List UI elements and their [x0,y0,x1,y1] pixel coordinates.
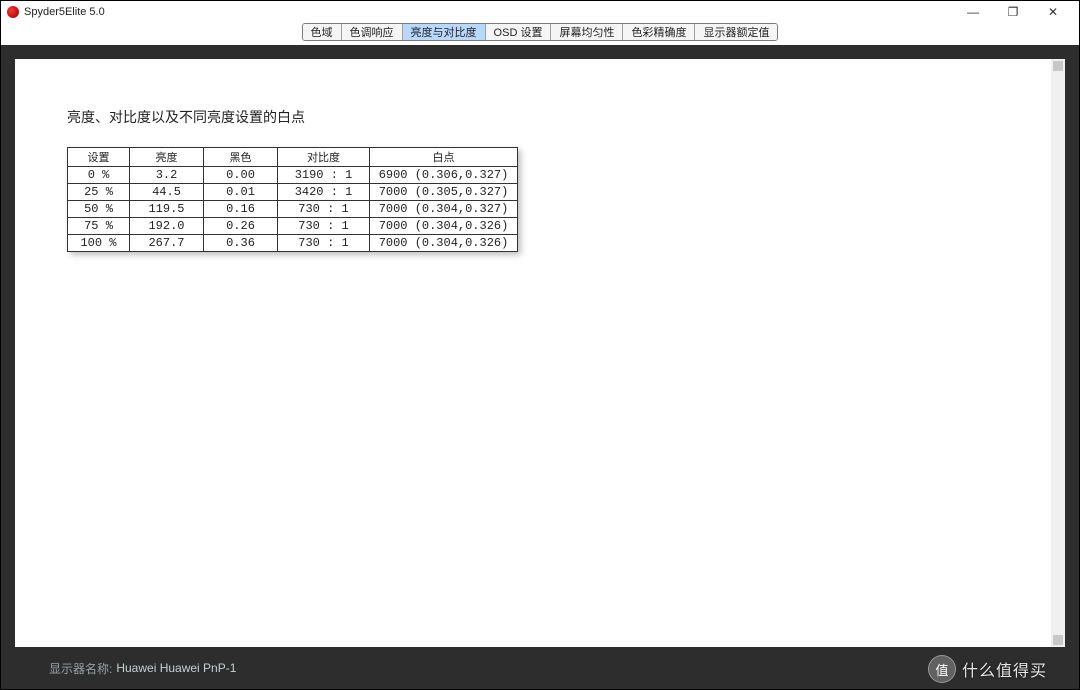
cell-setting: 0 % [68,167,130,184]
cell-white: 6900 (0.306,0.327) [370,167,518,184]
cell-setting: 50 % [68,201,130,218]
cell-black: 0.16 [204,201,278,218]
tabstrip-container: 色域 色调响应 亮度与对比度 OSD 设置 屏幕均匀性 色彩精确度 显示器额定值 [1,23,1079,45]
cell-brightness: 267.7 [130,235,204,252]
cell-brightness: 119.5 [130,201,204,218]
cell-setting: 100 % [68,235,130,252]
cell-white: 7000 (0.304,0.327) [370,201,518,218]
watermark-badge-icon: 值 [928,655,956,683]
cell-brightness: 44.5 [130,184,204,201]
table-header-row: 设置 亮度 黑色 对比度 白点 [68,148,518,167]
header-black: 黑色 [204,148,278,167]
table-row: 100 % 267.7 0.36 730 : 1 7000 (0.304,0.3… [68,235,518,252]
report-page: 亮度、对比度以及不同亮度设置的白点 设置 亮度 黑色 对比度 白点 0 % 3.… [15,59,1065,647]
tab-uniformity[interactable]: 屏幕均匀性 [551,24,623,40]
tab-gamut[interactable]: 色域 [303,24,342,40]
footer-bar: 显示器名称: Huawei Huawei PnP-1 值 什么值得买 [15,647,1065,689]
scroll-up-icon[interactable] [1053,61,1063,71]
cell-setting: 75 % [68,218,130,235]
watermark-text: 什么值得买 [962,657,1047,681]
tab-tone-response[interactable]: 色调响应 [342,24,403,40]
cell-black: 0.26 [204,218,278,235]
header-white: 白点 [370,148,518,167]
header-setting: 设置 [68,148,130,167]
monitor-name-value: Huawei Huawei PnP-1 [116,661,236,675]
window-title: Spyder5Elite 5.0 [24,6,105,18]
cell-contrast: 3190 : 1 [278,167,370,184]
tabstrip: 色域 色调响应 亮度与对比度 OSD 设置 屏幕均匀性 色彩精确度 显示器额定值 [302,23,779,41]
cell-contrast: 730 : 1 [278,201,370,218]
scroll-down-icon[interactable] [1053,635,1063,645]
vertical-scrollbar[interactable] [1051,59,1065,647]
table-row: 50 % 119.5 0.16 730 : 1 7000 (0.304,0.32… [68,201,518,218]
cell-black: 0.36 [204,235,278,252]
tab-brightness-contrast[interactable]: 亮度与对比度 [403,24,486,40]
cell-brightness: 192.0 [130,218,204,235]
tab-monitor-rating[interactable]: 显示器额定值 [695,24,777,40]
header-brightness: 亮度 [130,148,204,167]
window-controls: — ❐ ✕ [953,1,1073,23]
maximize-button[interactable]: ❐ [993,1,1033,23]
cell-contrast: 730 : 1 [278,235,370,252]
minimize-button[interactable]: — [953,1,993,23]
cell-contrast: 730 : 1 [278,218,370,235]
window-titlebar: Spyder5Elite 5.0 — ❐ ✕ [1,1,1079,23]
cell-white: 7000 (0.304,0.326) [370,235,518,252]
cell-white: 7000 (0.305,0.327) [370,184,518,201]
cell-brightness: 3.2 [130,167,204,184]
page-title: 亮度、对比度以及不同亮度设置的白点 [67,107,1013,127]
close-button[interactable]: ✕ [1033,1,1073,23]
cell-white: 7000 (0.304,0.326) [370,218,518,235]
table-row: 75 % 192.0 0.26 730 : 1 7000 (0.304,0.32… [68,218,518,235]
tab-color-accuracy[interactable]: 色彩精确度 [623,24,695,40]
cell-setting: 25 % [68,184,130,201]
cell-black: 0.00 [204,167,278,184]
brightness-table: 设置 亮度 黑色 对比度 白点 0 % 3.2 0.00 3190 : 1 69… [67,147,518,252]
table-row: 25 % 44.5 0.01 3420 : 1 7000 (0.305,0.32… [68,184,518,201]
content-frame: ⊕ ⊖ 🔍 亮度、对比度以及不同亮度设置的白点 设置 亮度 黑色 对比度 白点 [1,45,1079,689]
app-icon [7,6,19,18]
watermark: 值 什么值得买 [928,655,1047,683]
table-row: 0 % 3.2 0.00 3190 : 1 6900 (0.306,0.327) [68,167,518,184]
monitor-name-label: 显示器名称: [49,660,112,677]
cell-contrast: 3420 : 1 [278,184,370,201]
header-contrast: 对比度 [278,148,370,167]
cell-black: 0.01 [204,184,278,201]
tab-osd-settings[interactable]: OSD 设置 [486,24,552,40]
